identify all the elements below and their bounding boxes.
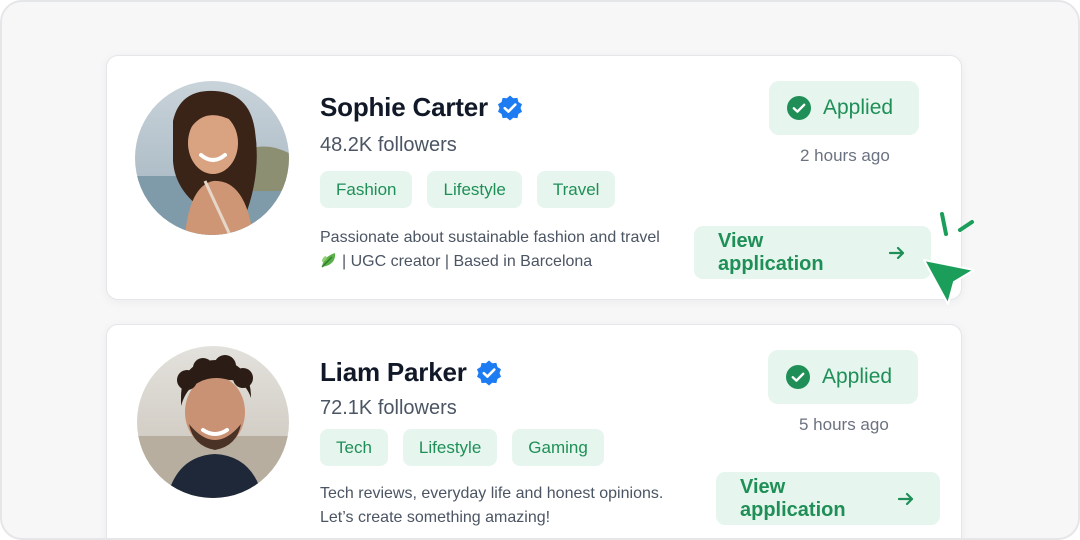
view-application-button[interactable]: View application (716, 472, 940, 525)
bio-line: Tech reviews, everyday life and honest o… (320, 485, 664, 502)
arrow-right-icon (896, 489, 916, 509)
status-badge: Applied (769, 81, 919, 135)
check-circle-icon (786, 365, 810, 389)
follower-count: 72.1K followers (320, 397, 457, 419)
name-row: Liam Parker (320, 357, 503, 388)
status-label: Applied (822, 365, 893, 388)
cursor-pointer-icon (923, 212, 975, 305)
follower-count: 48.2K followers (320, 134, 457, 156)
bio-line: Passionate about sustainable fashion and… (320, 229, 660, 246)
tag-list: Fashion Lifestyle Travel (320, 171, 616, 208)
applications-panel: Sophie Carter 48.2K followers Fashion Li… (0, 0, 1080, 540)
view-application-label: View application (718, 229, 824, 275)
avatar (137, 346, 289, 498)
tag: Travel (536, 171, 616, 208)
status-label: Applied (823, 96, 894, 119)
tag: Gaming (512, 429, 604, 466)
tag: Fashion (320, 171, 413, 208)
name-row: Sophie Carter (320, 92, 524, 123)
applicant-card: Liam Parker 72.1K followers Tech Lifesty… (106, 324, 962, 538)
applicant-card: Sophie Carter 48.2K followers Fashion Li… (106, 55, 962, 300)
avatar-photo (135, 81, 289, 235)
bio-line: | UGC creator | Based in Barcelona (320, 250, 690, 274)
applied-time: 2 hours ago (800, 146, 890, 165)
tag: Tech (320, 429, 388, 466)
tag-list: Tech Lifestyle Gaming (320, 429, 604, 466)
arrow-right-icon (887, 243, 907, 263)
view-application-button[interactable]: View application (694, 226, 931, 279)
applicant-name: Liam Parker (320, 357, 467, 387)
bio-line-text: | UGC creator | Based in Barcelona (342, 253, 593, 270)
bio-line: Let’s create something amazing! (320, 509, 551, 526)
verified-badge-icon (496, 94, 524, 122)
avatar (135, 81, 289, 235)
view-application-label: View application (740, 475, 846, 521)
bio: Tech reviews, everyday life and honest o… (320, 482, 690, 530)
avatar-photo (137, 346, 289, 498)
status-badge: Applied (768, 350, 918, 404)
verified-badge-icon (475, 359, 503, 387)
applied-time: 5 hours ago (799, 415, 889, 434)
check-circle-icon (787, 96, 811, 120)
tag: Lifestyle (402, 429, 498, 466)
tag: Lifestyle (427, 171, 522, 208)
bio: Passionate about sustainable fashion and… (320, 226, 690, 274)
applicant-name: Sophie Carter (320, 92, 488, 122)
leaf-icon (320, 251, 338, 269)
